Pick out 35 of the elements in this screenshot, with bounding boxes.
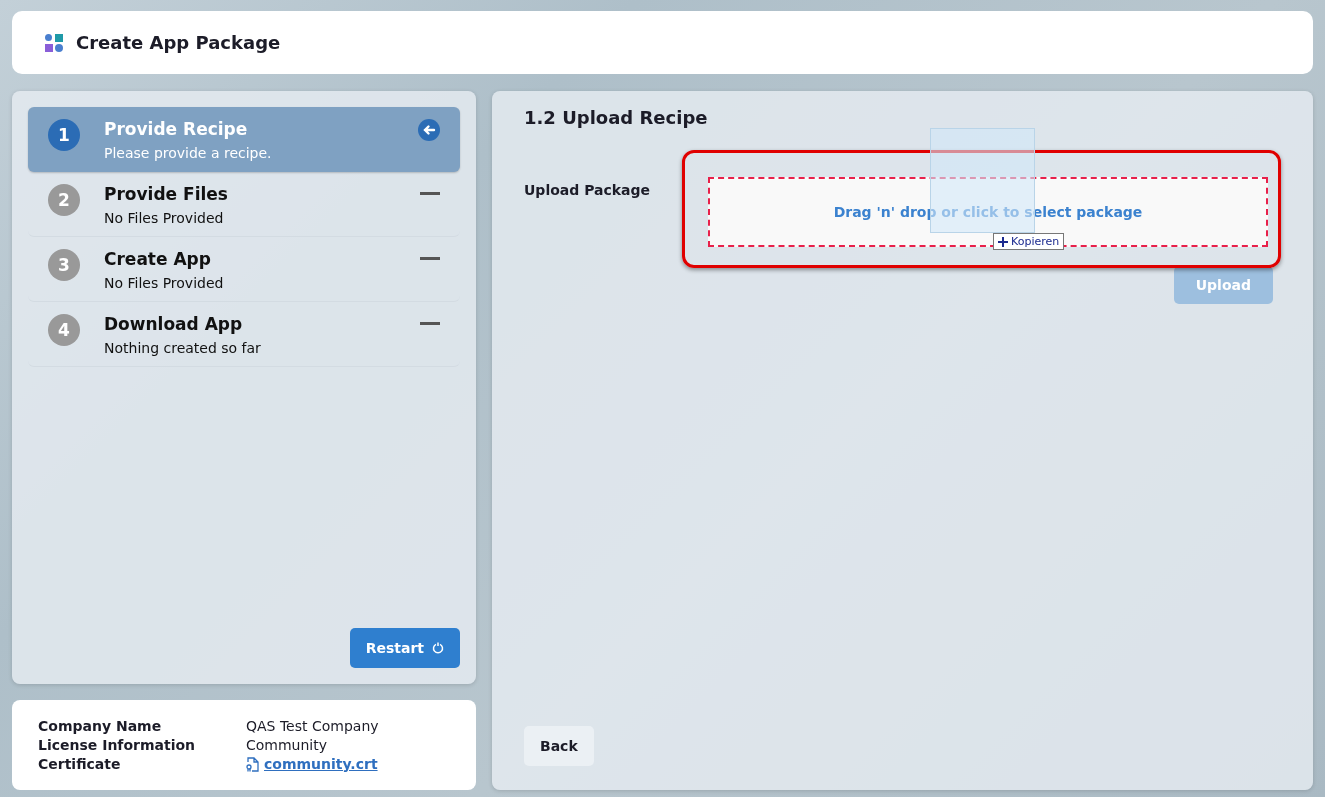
step-title: Create App: [104, 249, 212, 269]
step-number: 2: [48, 184, 80, 216]
step-number: 1: [48, 119, 80, 151]
step-title: Provide Recipe: [104, 119, 249, 139]
restart-button[interactable]: Restart: [349, 628, 460, 668]
step-item[interactable]: 2 Provide Files No Files Provided: [28, 172, 460, 237]
step-subtitle: No Files Provided: [104, 275, 225, 291]
arrow-left-icon: [418, 119, 440, 141]
info-value: QAS Test Company: [246, 718, 380, 734]
certificate-link[interactable]: community.crt: [264, 756, 378, 772]
step-title: Download App: [104, 314, 244, 334]
step-number: 3: [48, 249, 80, 281]
step-subtitle: Please provide a recipe.: [104, 145, 273, 161]
step-subtitle: No Files Provided: [104, 210, 225, 226]
field-label: Upload Package: [524, 181, 652, 198]
back-button[interactable]: Back: [524, 726, 594, 766]
step-title: Provide Files: [104, 184, 229, 204]
info-label: License Information: [38, 737, 197, 753]
info-label: Certificate: [38, 756, 122, 772]
step-subtitle: Nothing created so far: [104, 340, 262, 356]
step-item[interactable]: 1 Provide Recipe Please provide a recipe.: [28, 107, 460, 172]
minus-icon: [420, 257, 440, 261]
page-title: Create App Package: [76, 32, 281, 53]
section-title: 1.2 Upload Recipe: [524, 107, 709, 128]
info-value: Community: [246, 737, 329, 753]
app-logo-icon: [44, 32, 64, 53]
step-item[interactable]: 4 Download App Nothing created so far: [28, 302, 460, 367]
plus-icon: [998, 236, 1008, 247]
tooltip-text: Kopieren: [1011, 235, 1060, 248]
step-item[interactable]: 3 Create App No Files Provided: [28, 237, 460, 302]
file-icon: [246, 756, 259, 772]
step-number: 4: [48, 314, 80, 346]
minus-icon: [420, 322, 440, 326]
minus-icon: [420, 192, 440, 196]
info-label: Company Name: [38, 718, 163, 734]
